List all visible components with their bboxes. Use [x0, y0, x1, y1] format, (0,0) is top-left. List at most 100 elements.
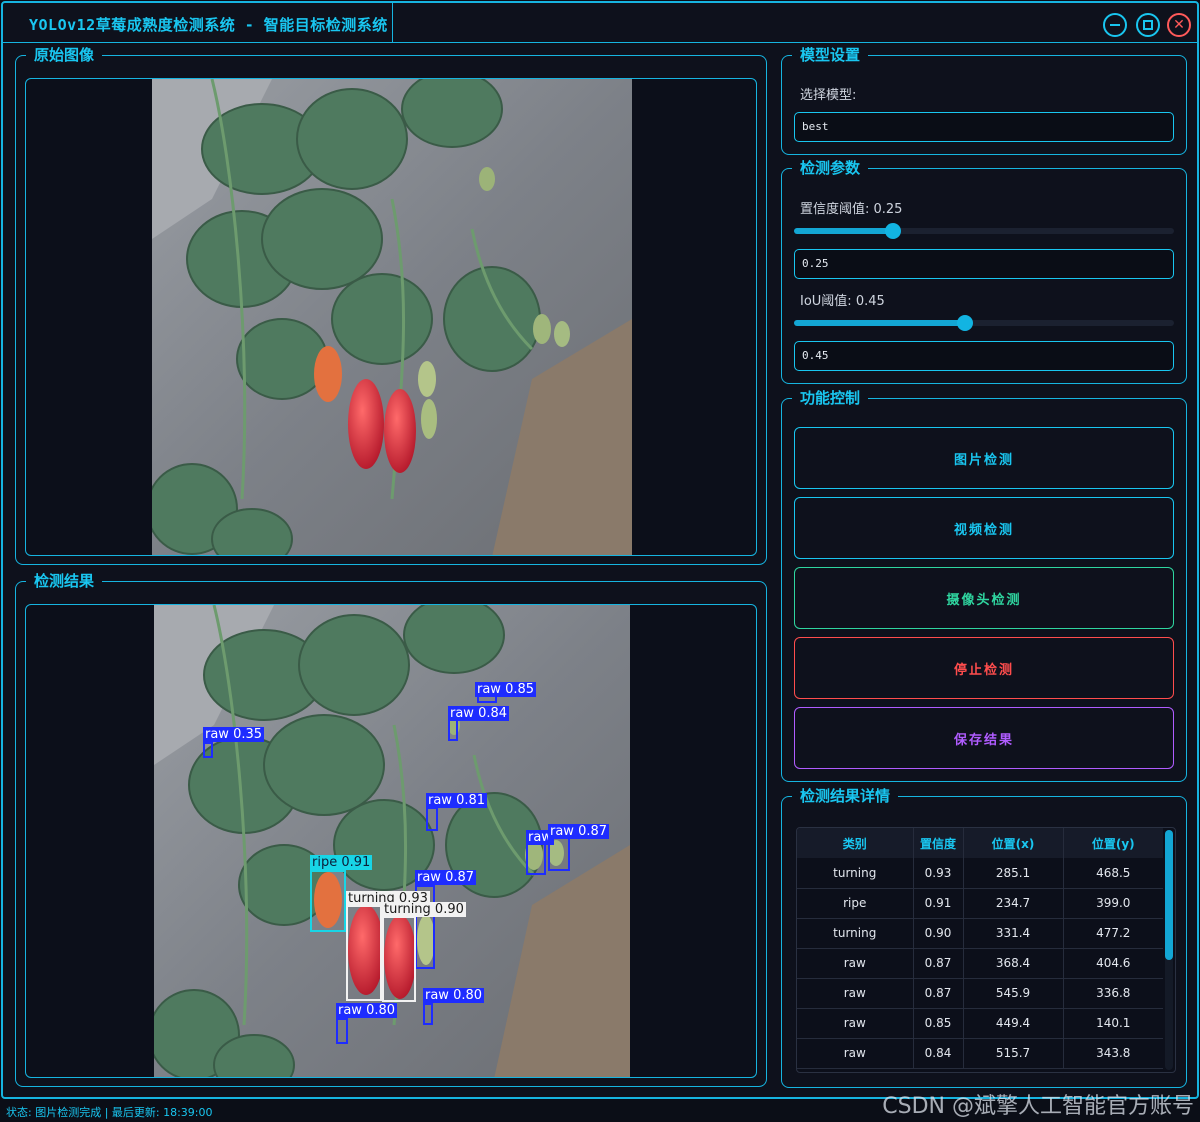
cell-class: raw	[797, 948, 913, 979]
bbox-label: raw 0.84	[448, 706, 510, 721]
results-table: 类别 置信度 位置(x) 位置(y) turning 0.93 285.1 468.5…	[797, 828, 1163, 1069]
image-detect-button[interactable]: 图片检测	[794, 427, 1174, 489]
maximize-icon	[1143, 20, 1153, 30]
bbox-label: turning 0.90	[382, 902, 466, 917]
cell-x: 331.4	[962, 918, 1063, 949]
cell-y: 140.1	[1062, 1008, 1163, 1039]
window-title: YOLOv12草莓成熟度检测系统 - 智能目标检测系统	[29, 16, 388, 34]
iou-label: IoU阈值: 0.45	[800, 294, 885, 309]
strawberry-photo	[152, 79, 632, 555]
cell-x: 449.4	[962, 1008, 1063, 1039]
video-detect-button[interactable]: 视频检测	[794, 497, 1174, 559]
model-settings-title: 模型设置	[792, 44, 869, 65]
cell-y: 468.5	[1062, 858, 1163, 889]
original-image	[152, 79, 632, 555]
column-header[interactable]: 位置(y)	[1062, 828, 1163, 858]
cell-class: turning	[797, 918, 913, 949]
bbox-raw	[548, 837, 570, 871]
table-row[interactable]: raw 0.87 368.4 404.6	[797, 948, 1163, 979]
cell-x: 515.7	[962, 1038, 1063, 1069]
cell-confidence: 0.87	[912, 948, 963, 979]
table-row[interactable]: raw 0.85 449.4 140.1	[797, 1008, 1163, 1039]
table-scrollbar-thumb[interactable]	[1165, 830, 1173, 960]
cell-confidence: 0.84	[912, 1038, 963, 1069]
result-details-title: 检测结果详情	[792, 785, 899, 806]
watermark: CSDN @斌擎人工智能官方账号	[882, 1094, 1194, 1119]
detect-params-title: 检测参数	[792, 157, 869, 178]
bbox-label: raw 0.87	[548, 824, 610, 839]
title-bar[interactable]: YOLOv12草莓成熟度检测系统 - 智能目标检测系统 ✕	[3, 3, 1197, 43]
original-image-panel: 原始图像	[15, 44, 767, 565]
column-header[interactable]: 位置(x)	[962, 828, 1063, 858]
cell-class: turning	[797, 858, 913, 889]
cell-confidence: 0.87	[912, 978, 963, 1009]
cell-y: 336.8	[1062, 978, 1163, 1009]
model-settings-panel: 模型设置 选择模型: best	[781, 44, 1187, 155]
close-button[interactable]: ✕	[1167, 13, 1191, 37]
cell-class: raw	[797, 978, 913, 1009]
minimize-button[interactable]	[1103, 13, 1127, 37]
cell-class: raw	[797, 1008, 913, 1039]
bbox-raw	[526, 841, 546, 875]
bbox-turning	[346, 905, 382, 1001]
bbox-raw	[448, 719, 458, 741]
table-scrollbar[interactable]	[1165, 830, 1173, 1070]
camera-detect-button[interactable]: 摄像头检测	[794, 567, 1174, 629]
cell-y: 404.6	[1062, 948, 1163, 979]
table-row[interactable]: ripe 0.91 234.7 399.0	[797, 888, 1163, 919]
bbox-label: ripe 0.91	[310, 855, 373, 870]
table-row[interactable]: raw 0.87 545.9 336.8	[797, 978, 1163, 1009]
original-image-frame	[25, 78, 757, 556]
result-details-panel: 检测结果详情 类别 置信度 位置(x) 位置(y) turning 0.93 285…	[781, 785, 1187, 1088]
cell-confidence: 0.93	[912, 858, 963, 889]
bbox-raw	[426, 807, 438, 831]
model-select-label: 选择模型:	[800, 88, 857, 103]
model-select[interactable]: best	[794, 112, 1174, 142]
original-image-title: 原始图像	[26, 44, 103, 65]
confidence-slider[interactable]	[794, 223, 1174, 239]
column-header[interactable]: 置信度	[912, 828, 963, 858]
status-bar: 状态: 图片检测完成 | 最后更新: 18:39:00	[6, 1106, 213, 1119]
bbox-turning	[382, 916, 416, 1002]
confidence-slider-fill	[794, 228, 893, 234]
iou-input[interactable]: 0.45	[794, 341, 1174, 371]
cell-x: 368.4	[962, 948, 1063, 979]
bbox-raw	[423, 1003, 433, 1025]
iou-slider-fill	[794, 320, 965, 326]
detection-result-panel: 检测结果 raw 0.85 raw 0.84 raw 0.35 raw 0.81…	[15, 570, 767, 1087]
cell-confidence: 0.90	[912, 918, 963, 949]
iou-slider[interactable]	[794, 315, 1174, 331]
detection-result-title: 检测结果	[26, 570, 103, 591]
stop-detect-button[interactable]: 停止检测	[794, 637, 1174, 699]
maximize-button[interactable]	[1136, 13, 1160, 37]
confidence-input[interactable]: 0.25	[794, 249, 1174, 279]
bbox-label: raw 0.80	[336, 1003, 398, 1018]
confidence-slider-handle[interactable]	[884, 223, 901, 239]
cell-y: 343.8	[1062, 1038, 1163, 1069]
cell-confidence: 0.91	[912, 888, 963, 919]
bbox-label: raw 0.85	[475, 682, 537, 697]
table-header-row: 类别 置信度 位置(x) 位置(y)	[797, 828, 1163, 858]
save-result-button[interactable]: 保存结果	[794, 707, 1174, 769]
function-control-panel: 功能控制 图片检测 视频检测 摄像头检测 停止检测 保存结果	[781, 387, 1187, 782]
bbox-label: raw 0.80	[423, 988, 485, 1003]
bbox-label: raw 0.87	[415, 870, 477, 885]
function-control-title: 功能控制	[792, 387, 869, 408]
minimize-icon	[1110, 24, 1120, 26]
detection-image-frame: raw 0.85 raw 0.84 raw 0.35 raw 0.81 raw …	[25, 604, 757, 1078]
cell-y: 477.2	[1062, 918, 1163, 949]
cell-x: 234.7	[962, 888, 1063, 919]
cell-y: 399.0	[1062, 888, 1163, 919]
table-row[interactable]: turning 0.90 331.4 477.2	[797, 918, 1163, 949]
table-row[interactable]: turning 0.93 285.1 468.5	[797, 858, 1163, 889]
cell-class: raw	[797, 1038, 913, 1069]
close-icon: ✕	[1173, 17, 1185, 33]
confidence-label: 置信度阈值: 0.25	[800, 202, 903, 217]
bbox-ripe	[310, 870, 346, 932]
cell-class: ripe	[797, 888, 913, 919]
results-table-container: 类别 置信度 位置(x) 位置(y) turning 0.93 285.1 468.5…	[796, 827, 1176, 1073]
iou-slider-handle[interactable]	[957, 315, 973, 331]
bbox-raw	[336, 1018, 348, 1044]
table-row[interactable]: raw 0.84 515.7 343.8	[797, 1038, 1163, 1069]
column-header[interactable]: 类别	[797, 828, 913, 858]
